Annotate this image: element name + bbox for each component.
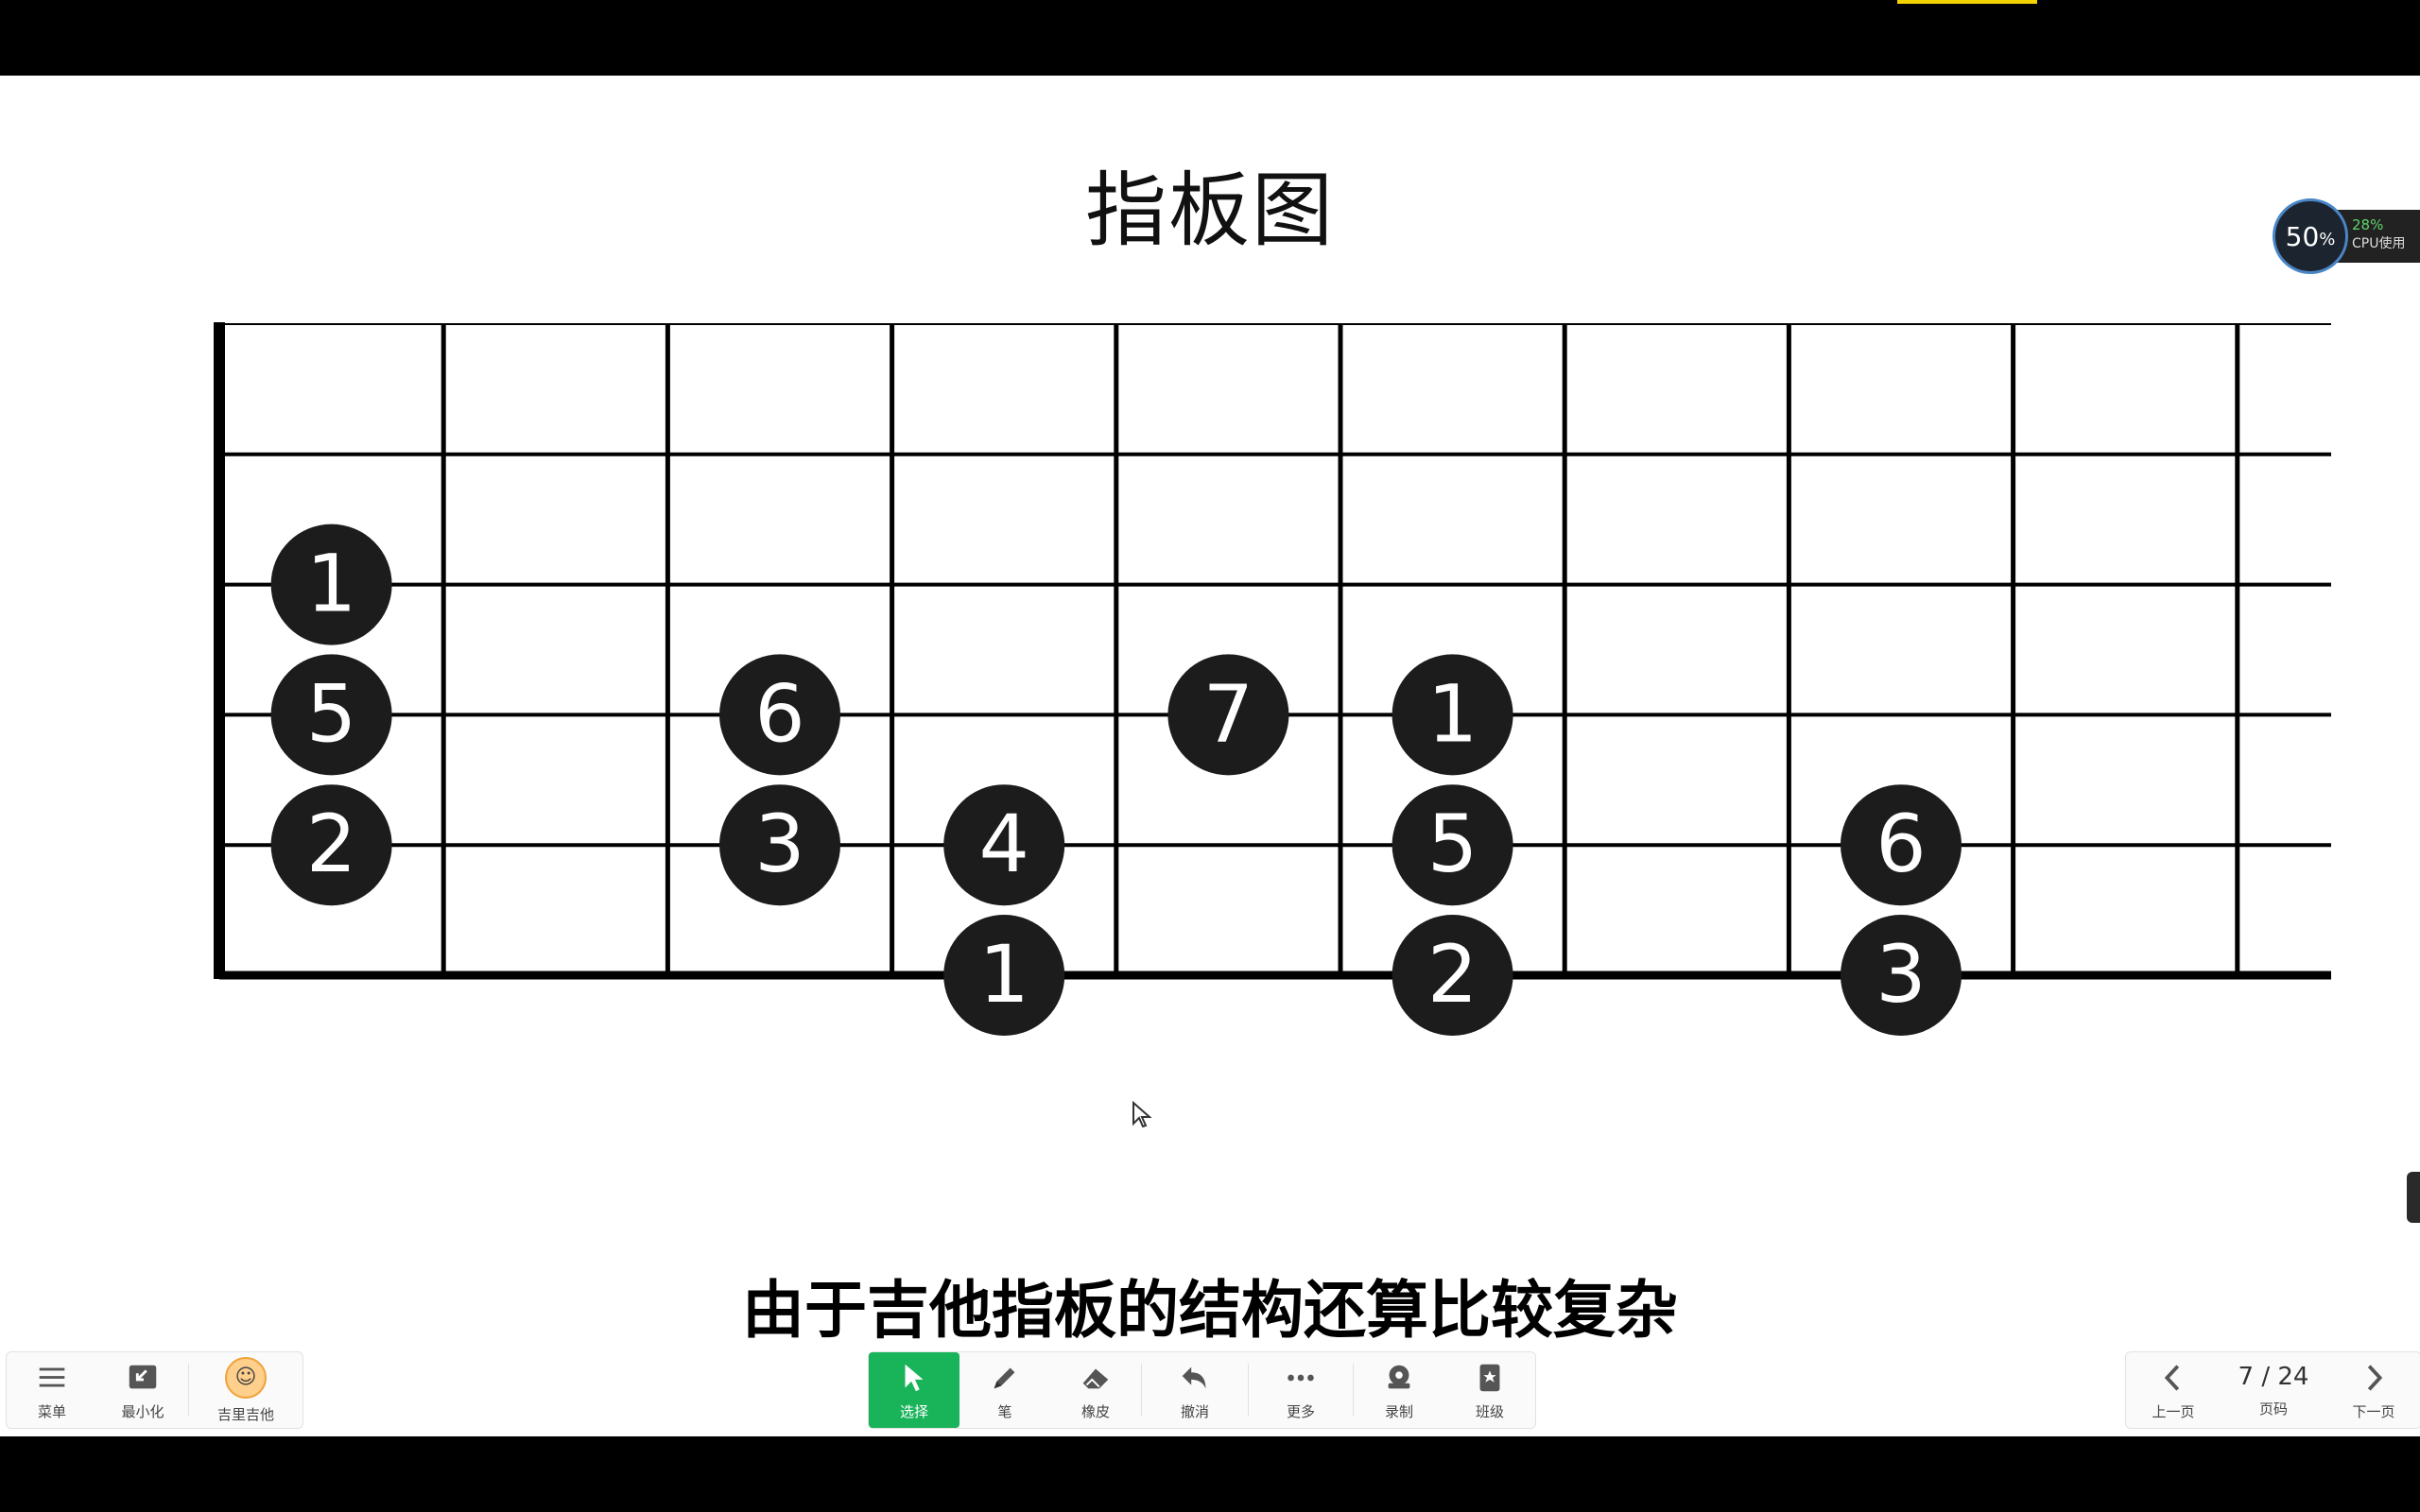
- note-marker: 2: [1392, 915, 1513, 1036]
- eraser-tool-button[interactable]: 橡皮: [1050, 1352, 1141, 1428]
- note-label: 1: [978, 928, 1028, 1021]
- cpu-usage-widget[interactable]: 50% 28% CPU使用: [2273, 198, 2420, 274]
- bottom-black-bar: [0, 1436, 2420, 1512]
- record-camera-icon: [1388, 1365, 1410, 1388]
- more-dots-icon: [1288, 1374, 1314, 1381]
- note-marker: 5: [270, 654, 392, 776]
- cpu-label: CPU使用: [2352, 236, 2406, 251]
- page-navigation: 上一页 7 / 24 页码 下一页: [2125, 1351, 2420, 1429]
- profile-label: 吉里吉他: [216, 1405, 274, 1423]
- profile-button[interactable]: ☺ 吉里吉他: [189, 1352, 302, 1428]
- prev-page-label: 上一页: [2152, 1402, 2195, 1420]
- menu-button[interactable]: 菜单: [7, 1352, 97, 1428]
- minimize-icon: [129, 1365, 157, 1388]
- minimize-button[interactable]: 最小化: [97, 1352, 188, 1428]
- cpu-main-value: 50: [2285, 220, 2320, 252]
- next-page-label: 下一页: [2352, 1402, 2395, 1420]
- side-panel-handle[interactable]: [2407, 1172, 2420, 1223]
- eraser-icon: [1082, 1368, 1109, 1388]
- slide-canvas: 指板图 1526341715263 由于吉他指板的结构还算比较复杂 50% 28…: [0, 76, 2420, 1436]
- cursor-arrow-icon: [905, 1364, 924, 1391]
- note-marker: 1: [270, 524, 392, 645]
- pen-label: 笔: [997, 1402, 1012, 1420]
- note-label: 5: [1427, 798, 1478, 890]
- note-marker: 1: [943, 915, 1065, 1036]
- mouse-cursor-icon: [1132, 1101, 1152, 1128]
- avatar: ☺: [225, 1356, 267, 1399]
- note-label: 2: [306, 798, 356, 890]
- pen-tool-button[interactable]: 笔: [959, 1352, 1050, 1428]
- note-marker: 2: [270, 784, 392, 906]
- cpu-gauge: 50%: [2273, 198, 2348, 274]
- note-marker: 7: [1167, 654, 1289, 776]
- note-label: 5: [306, 667, 356, 760]
- more-button[interactable]: 更多: [1249, 1352, 1353, 1428]
- note-label: 7: [1203, 667, 1253, 760]
- cpu-main-unit: %: [2319, 229, 2336, 249]
- top-accent-strip: [1897, 0, 2037, 4]
- undo-label: 撤消: [1180, 1402, 1209, 1420]
- minimize-label: 最小化: [121, 1402, 164, 1420]
- note-label: 1: [1427, 667, 1478, 760]
- cpu-secondary-value: 28%: [2352, 216, 2384, 233]
- note-marker: 6: [1841, 784, 1962, 906]
- eraser-label: 橡皮: [1080, 1402, 1110, 1420]
- note-label: 2: [1427, 928, 1478, 1021]
- note-label: 4: [978, 798, 1028, 890]
- note-label: 3: [1876, 928, 1926, 1021]
- page-count: 7 / 24: [2238, 1362, 2309, 1391]
- page-indicator[interactable]: 7 / 24 页码: [2221, 1352, 2326, 1428]
- note-label: 3: [754, 798, 804, 890]
- class-album-icon: [1479, 1364, 1500, 1391]
- top-black-bar: [0, 0, 2420, 76]
- chevron-right-icon: [2367, 1364, 2383, 1391]
- record-button[interactable]: 录制: [1354, 1352, 1444, 1428]
- center-toolbar: 选择 笔 橡皮 撤消 更多 录制 班级: [868, 1351, 1536, 1429]
- prev-page-button[interactable]: 上一页: [2126, 1352, 2221, 1428]
- select-label: 选择: [899, 1402, 928, 1420]
- select-tool-button[interactable]: 选择: [869, 1352, 959, 1428]
- more-label: 更多: [1286, 1402, 1315, 1420]
- note-label: 1: [306, 538, 356, 630]
- record-label: 录制: [1384, 1402, 1413, 1420]
- note-label: 6: [754, 667, 804, 760]
- undo-icon: [1182, 1366, 1206, 1388]
- class-label: 班级: [1475, 1402, 1504, 1420]
- note-marker: 1: [1392, 654, 1513, 776]
- note-marker: 6: [719, 654, 840, 776]
- chevron-left-icon: [2164, 1364, 2180, 1391]
- note-label: 6: [1876, 798, 1926, 890]
- undo-button[interactable]: 撤消: [1142, 1352, 1248, 1428]
- class-button[interactable]: 班级: [1444, 1352, 1535, 1428]
- note-marker: 3: [1841, 915, 1962, 1036]
- fretboard-diagram: 1 5 2 6 3 4 1 7 1 5 2 6 3: [214, 322, 2331, 1036]
- note-marker: 4: [943, 784, 1065, 906]
- pen-icon: [994, 1367, 1015, 1388]
- left-toolbar: 菜单 最小化 ☺ 吉里吉他: [6, 1351, 303, 1429]
- caption-subtitle: 由于吉他指板的结构还算比较复杂: [742, 1274, 1678, 1347]
- note-marker: 3: [719, 784, 840, 906]
- menu-label: 菜单: [37, 1402, 66, 1420]
- hamburger-icon: [39, 1367, 65, 1386]
- note-marker: 5: [1392, 784, 1513, 906]
- page-label: 页码: [2258, 1400, 2288, 1418]
- next-page-button[interactable]: 下一页: [2326, 1352, 2420, 1428]
